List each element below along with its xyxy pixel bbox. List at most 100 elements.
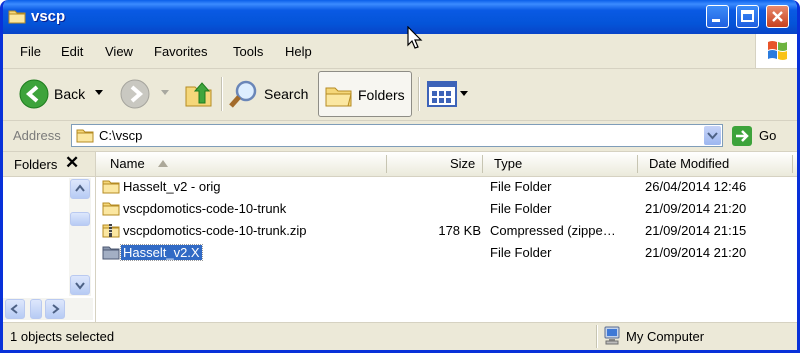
- file-size: 178 KB: [438, 223, 481, 238]
- views-icon: [427, 81, 457, 107]
- horizontal-scrollbar[interactable]: [3, 298, 93, 320]
- scroll-up-button[interactable]: [70, 179, 90, 199]
- table-row[interactable]: vscpdomotics-code-10-trunk.zip 178 KB Co…: [96, 220, 797, 242]
- maximize-icon: [741, 10, 754, 22]
- mouse-cursor-icon: [407, 26, 423, 49]
- folders-pane-header: Folders ✕: [3, 152, 95, 177]
- chevron-down-icon: [707, 132, 718, 140]
- status-location: My Computer: [626, 329, 705, 344]
- content-area: Folders ✕ Name Size Type Date Modified H…: [3, 152, 797, 322]
- forward-arrow-icon: [120, 79, 150, 109]
- status-bar: 1 objects selected My Computer: [3, 322, 797, 350]
- maximize-button[interactable]: [736, 5, 759, 28]
- toolbar-separator: [418, 77, 420, 111]
- close-icon: [772, 11, 783, 22]
- status-selection-count: 1 objects selected: [10, 329, 115, 344]
- address-input[interactable]: C:\vscp: [71, 124, 723, 147]
- up-folder-icon: [185, 82, 212, 107]
- file-type: File Folder: [490, 245, 552, 260]
- column-divider[interactable]: [637, 155, 638, 173]
- table-row[interactable]: Hasselt_v2.X File Folder 21/09/2014 21:2…: [96, 242, 797, 264]
- views-button[interactable]: [425, 69, 469, 120]
- chevron-right-icon: [52, 304, 60, 314]
- scroll-thumb[interactable]: [70, 212, 90, 226]
- file-name: vscpdomotics-code-10-trunk: [123, 201, 287, 216]
- close-button[interactable]: [766, 5, 789, 28]
- folders-pane: Folders ✕: [3, 152, 96, 322]
- column-name[interactable]: Name: [110, 156, 145, 171]
- table-row[interactable]: vscpdomotics-code-10-trunk File Folder 2…: [96, 198, 797, 220]
- scroll-right-button[interactable]: [45, 299, 65, 319]
- menu-favorites[interactable]: Favorites: [154, 44, 207, 59]
- folder-icon: [102, 202, 120, 216]
- scroll-thumb[interactable]: [30, 299, 42, 319]
- menu-view[interactable]: View: [105, 44, 133, 59]
- file-date: 21/09/2014 21:20: [645, 201, 747, 216]
- folder-icon: [102, 180, 120, 194]
- file-type: Compressed (zippe…: [490, 223, 616, 238]
- folders-button[interactable]: Folders: [318, 71, 412, 117]
- scroll-left-button[interactable]: [5, 299, 25, 319]
- explorer-window: vscp File Edit View Favorites Tools Help: [0, 0, 800, 353]
- menu-help[interactable]: Help: [285, 44, 312, 59]
- address-bar: Address C:\vscp Go: [3, 121, 797, 152]
- back-arrow-icon: [19, 79, 49, 109]
- up-folder-button[interactable]: [181, 69, 217, 120]
- windows-logo-icon: [755, 34, 797, 68]
- status-divider: [596, 325, 598, 348]
- column-headers: Name Size Type Date Modified: [96, 152, 797, 177]
- my-computer-icon: [604, 326, 620, 345]
- menu-edit[interactable]: Edit: [61, 44, 83, 59]
- scroll-down-button[interactable]: [70, 275, 90, 295]
- menu-file[interactable]: File: [20, 44, 41, 59]
- chevron-down-icon: [161, 90, 169, 95]
- address-value: C:\vscp: [99, 128, 143, 143]
- address-dropdown-button[interactable]: [704, 126, 721, 145]
- folders-pane-title: Folders: [14, 157, 58, 172]
- back-button[interactable]: Back: [17, 69, 107, 120]
- back-label: Back: [54, 86, 86, 102]
- file-type: File Folder: [490, 201, 552, 216]
- forward-button[interactable]: [118, 69, 173, 120]
- toolbar: Back Search Folders: [3, 69, 797, 121]
- column-divider[interactable]: [482, 155, 483, 173]
- close-icon[interactable]: ✕: [65, 153, 79, 173]
- search-label: Search: [264, 86, 309, 102]
- chevron-down-icon: [460, 91, 468, 96]
- title-bar[interactable]: vscp: [3, 0, 797, 34]
- window-title: vscp: [31, 8, 66, 25]
- zip-folder-icon: [102, 224, 120, 238]
- folder-icon: [76, 129, 94, 143]
- go-arrow-icon: [732, 126, 752, 146]
- chevron-down-icon[interactable]: [95, 90, 103, 95]
- table-row[interactable]: Hasselt_v2 - orig File Folder 26/04/2014…: [96, 176, 797, 198]
- go-button[interactable]: Go: [730, 124, 790, 148]
- column-divider[interactable]: [792, 155, 793, 173]
- chevron-left-icon: [10, 304, 18, 314]
- file-name: Hasselt_v2 - orig: [123, 179, 221, 194]
- column-type[interactable]: Type: [494, 156, 522, 171]
- vertical-scrollbar[interactable]: [69, 178, 91, 296]
- go-label: Go: [759, 128, 777, 143]
- sort-ascending-icon: [158, 160, 168, 167]
- column-size[interactable]: Size: [450, 156, 475, 171]
- column-date-modified[interactable]: Date Modified: [649, 156, 729, 171]
- address-label: Address: [13, 128, 61, 143]
- file-name[interactable]: Hasselt_v2.X: [120, 244, 203, 261]
- menu-bar: File Edit View Favorites Tools Help: [3, 34, 797, 69]
- folders-label: Folders: [358, 87, 405, 103]
- file-date: 26/04/2014 12:46: [645, 179, 747, 194]
- toolbar-separator: [221, 77, 223, 111]
- column-divider[interactable]: [386, 155, 387, 173]
- minimize-icon: [712, 19, 720, 22]
- file-type: File Folder: [490, 179, 552, 194]
- menu-tools[interactable]: Tools: [233, 44, 263, 59]
- search-icon: [229, 80, 257, 108]
- folder-icon: [102, 246, 120, 260]
- file-date: 21/09/2014 21:15: [645, 223, 747, 238]
- search-button[interactable]: Search: [227, 69, 311, 120]
- file-name: vscpdomotics-code-10-trunk.zip: [123, 223, 307, 238]
- minimize-button[interactable]: [706, 5, 729, 28]
- file-date: 21/09/2014 21:20: [645, 245, 747, 260]
- chevron-up-icon: [75, 184, 85, 192]
